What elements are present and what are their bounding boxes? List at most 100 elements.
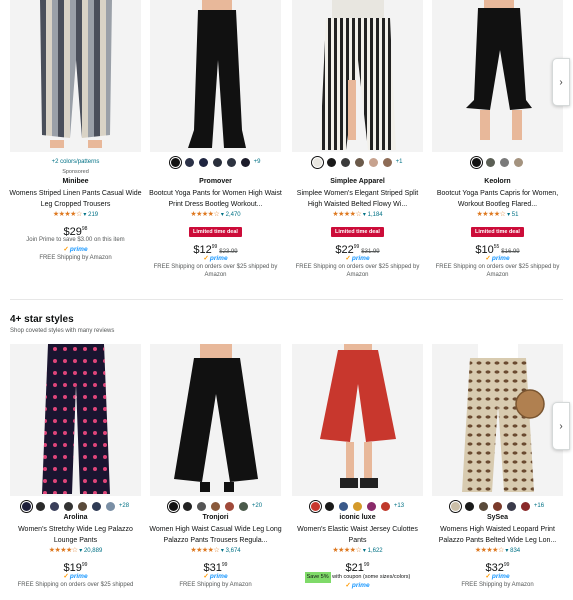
product-card[interactable]: +2 colors/patterns Sponsored Minibee Womens… — [9, 0, 142, 292]
product-image[interactable] — [292, 344, 423, 496]
product-rating[interactable]: ★★★★☆ ▾ 51 — [427, 210, 568, 220]
product-rating[interactable]: ★★★★☆ ▾ 2,470 — [145, 210, 286, 220]
color-swatch[interactable] — [170, 157, 180, 167]
color-swatch[interactable] — [514, 157, 523, 167]
product-brand: Tronjori — [202, 514, 229, 521]
color-swatch[interactable] — [168, 501, 178, 511]
shipping-info: FREE Shipping on orders over $25 shipped… — [435, 264, 560, 278]
product-title-link[interactable]: Bootcut Yoga Pants for Women High Waist … — [145, 188, 286, 210]
color-swatch[interactable] — [326, 157, 336, 167]
product-card[interactable]: +16 SySea Womens High Waisted Leopard Prin… — [432, 338, 563, 600]
color-swatch[interactable] — [324, 501, 334, 511]
carousel-next-button[interactable]: › — [552, 58, 570, 106]
color-options-link[interactable]: +2 colors/patterns — [5, 156, 146, 168]
product-image[interactable] — [432, 344, 563, 496]
product-title-link[interactable]: Women's Stretchy Wide Leg Palazzo Lounge… — [5, 524, 146, 546]
color-swatch[interactable] — [91, 501, 101, 511]
product-rating[interactable]: ★★★★☆ ▾ 834 — [427, 546, 568, 556]
more-colors-link[interactable]: +16 — [534, 503, 544, 509]
color-swatch[interactable] — [366, 501, 376, 511]
prime-check-icon: ✓ — [63, 573, 69, 580]
color-swatch[interactable] — [238, 501, 248, 511]
more-colors-link[interactable]: +1 — [396, 159, 403, 165]
product-card[interactable]: +1 Simplee Apparel Simplee Women's Elegant… — [292, 0, 423, 292]
color-swatch[interactable] — [212, 157, 222, 167]
product-rating[interactable]: ★★★★☆ ▾ 219 — [5, 210, 146, 220]
product-price: $2299$31.99 — [287, 240, 428, 256]
color-swatch[interactable] — [450, 501, 460, 511]
color-swatch[interactable] — [368, 157, 378, 167]
product-info: +16 SySea Womens High Waisted Leopard Prin… — [427, 500, 568, 589]
more-colors-link[interactable]: +9 — [254, 159, 261, 165]
color-swatch[interactable] — [478, 501, 488, 511]
product-card[interactable]: +20 Tronjori Women High Waist Casual Wide … — [149, 338, 282, 600]
color-swatch[interactable] — [500, 157, 509, 167]
color-swatch[interactable] — [77, 501, 87, 511]
color-swatch[interactable] — [196, 501, 206, 511]
color-swatch[interactable] — [354, 157, 364, 167]
color-swatch[interactable] — [338, 501, 348, 511]
product-image[interactable] — [10, 344, 141, 496]
product-title-link[interactable]: Womens High Waisted Leopard Print Palazz… — [427, 524, 568, 546]
more-colors-link[interactable]: +28 — [119, 503, 129, 509]
product-card[interactable]: +9 Promover Bootcut Yoga Pants for Women H… — [149, 0, 282, 292]
color-swatch[interactable] — [472, 157, 481, 167]
color-swatch[interactable] — [312, 157, 322, 167]
product-title-link[interactable]: Women High Waist Casual Wide Leg Long Pa… — [145, 524, 286, 546]
product-rating[interactable]: ★★★★☆ ▾ 20,889 — [5, 546, 146, 556]
prime-check-icon: ✓ — [203, 255, 209, 262]
color-swatch[interactable] — [310, 501, 320, 511]
product-image[interactable] — [150, 0, 281, 152]
color-swatch[interactable] — [380, 501, 390, 511]
product-card[interactable]: +28 Arolina Women's Stretchy Wide Leg Pala… — [10, 338, 141, 600]
prime-badge: ✓prime — [427, 254, 568, 263]
color-swatch[interactable] — [198, 157, 208, 167]
review-count: 2,470 — [225, 212, 241, 218]
price-fraction: 99 — [363, 562, 370, 568]
color-swatch[interactable] — [382, 157, 392, 167]
carousel-next-button-2[interactable]: › — [552, 402, 570, 450]
color-swatch[interactable] — [520, 501, 530, 511]
product-card[interactable]: Keolorn Bootcut Yoga Pants Capris for Wom… — [432, 0, 563, 292]
product-rating[interactable]: ★★★★☆ ▾ 1,184 — [287, 210, 428, 220]
review-count: 219 — [88, 212, 99, 218]
color-swatches: +28 — [5, 500, 146, 512]
product-image[interactable] — [10, 0, 141, 152]
color-swatch[interactable] — [210, 501, 220, 511]
color-swatch[interactable] — [184, 157, 194, 167]
product-title-link[interactable]: Bootcut Yoga Pants Capris for Women, Wor… — [427, 188, 568, 210]
product-title-link[interactable]: Women's Elastic Waist Jersey Culottes Pa… — [287, 524, 428, 546]
product-image[interactable] — [150, 344, 281, 496]
color-swatch[interactable] — [224, 501, 234, 511]
shipping-info: FREE Shipping on orders over $25 shipped — [17, 582, 134, 588]
color-swatch[interactable] — [35, 501, 45, 511]
color-swatch[interactable] — [340, 157, 350, 167]
color-swatch[interactable] — [21, 501, 31, 511]
more-colors-link[interactable]: +13 — [394, 503, 404, 509]
color-swatch[interactable] — [464, 501, 474, 511]
price-fraction: 99 — [503, 562, 510, 568]
color-swatch[interactable] — [506, 501, 516, 511]
color-swatch[interactable] — [182, 501, 192, 511]
product-image[interactable] — [432, 0, 563, 152]
color-swatch[interactable] — [240, 157, 250, 167]
color-swatch[interactable] — [486, 157, 495, 167]
color-swatch[interactable] — [105, 501, 115, 511]
product-image[interactable] — [292, 0, 423, 152]
prime-label: prime — [491, 255, 510, 262]
product-title-link[interactable]: Womens Striped Linen Pants Casual Wide L… — [5, 188, 146, 210]
prime-check-icon: ✓ — [345, 255, 351, 262]
product-rating[interactable]: ★★★★☆ ▾ 1,622 — [287, 546, 428, 556]
color-swatch[interactable] — [492, 501, 502, 511]
more-colors-link[interactable]: +20 — [252, 503, 262, 509]
deal-badge: Limited time deal — [331, 227, 384, 237]
product-rating[interactable]: ★★★★☆ ▾ 3,674 — [145, 546, 286, 556]
product-card[interactable]: +13 iconic luxe Women's Elastic Waist Jers… — [292, 338, 423, 600]
color-swatch[interactable] — [63, 501, 73, 511]
product-title-link[interactable]: Simplee Women's Elegant Striped Split Hi… — [287, 188, 428, 210]
color-swatch[interactable] — [226, 157, 236, 167]
product-brand: Promover — [199, 178, 232, 185]
color-swatch[interactable] — [352, 501, 362, 511]
shipping-info: FREE Shipping on orders over $25 shipped… — [153, 264, 278, 278]
color-swatch[interactable] — [49, 501, 59, 511]
